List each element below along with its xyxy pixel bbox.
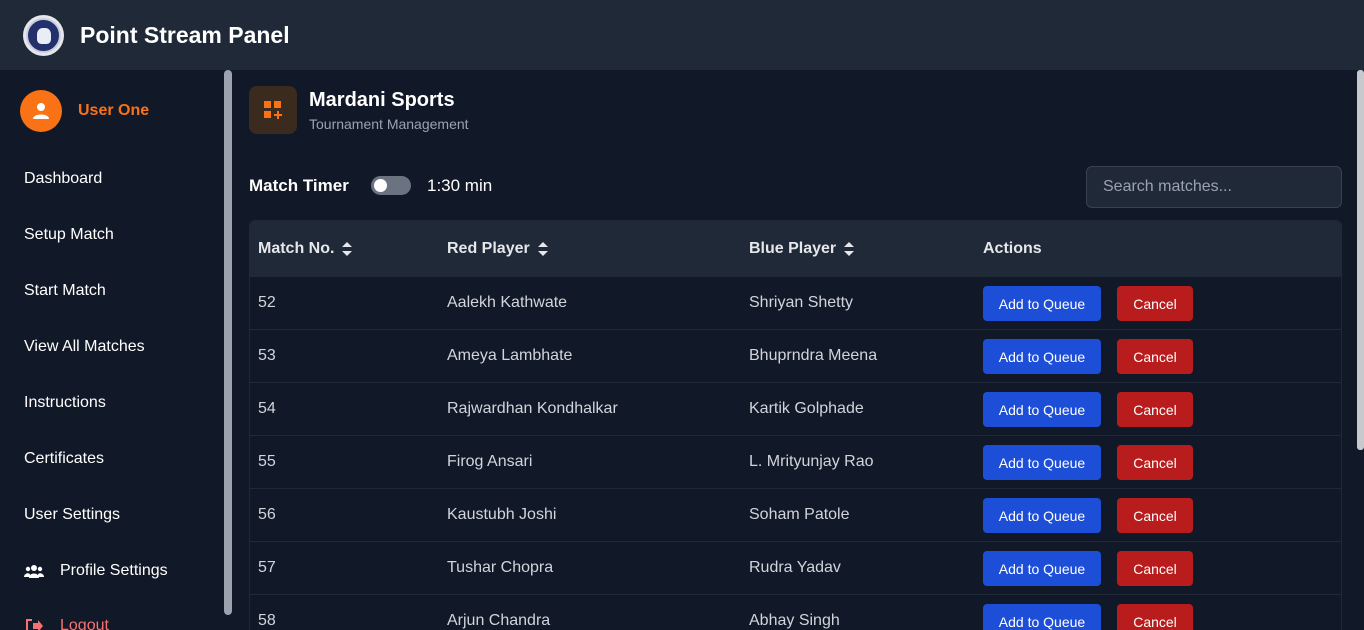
sidebar-item-setup-match[interactable]: Setup Match [24, 226, 114, 244]
blue-player-cell: Abhay Singh [749, 612, 840, 629]
sidebar-item-label: Logout [60, 617, 109, 630]
app-title: Point Stream Panel [80, 21, 290, 48]
cancel-button[interactable]: Cancel [1117, 498, 1193, 533]
cancel-button[interactable]: Cancel [1117, 604, 1193, 630]
match-no-cell: 56 [258, 506, 276, 523]
users-icon [24, 564, 46, 578]
red-player-cell: Kaustubh Joshi [447, 506, 557, 523]
match-no-cell: 53 [258, 347, 276, 364]
blue-player-cell: Kartik Golphade [749, 400, 864, 417]
add-to-queue-button[interactable]: Add to Queue [983, 604, 1101, 630]
column-header-label: Match No. [258, 240, 335, 257]
add-to-queue-button[interactable]: Add to Queue [983, 445, 1101, 480]
red-player-cell: Rajwardhan Kondhalkar [447, 400, 618, 417]
blue-player-cell: Bhuprndra Meena [749, 347, 878, 364]
cancel-button[interactable]: Cancel [1117, 445, 1193, 480]
column-header-blue-player[interactable]: Blue Player [749, 240, 855, 258]
table-row: 57 Tushar Chopra Rudra Yadav Add to Queu… [250, 542, 1341, 595]
blue-player-cell: Shriyan Shetty [749, 294, 854, 311]
sidebar-item-dashboard[interactable]: Dashboard [24, 170, 102, 188]
sidebar-item-view-all-matches[interactable]: View All Matches [24, 338, 145, 356]
user-name: User One [78, 102, 150, 119]
grid-plus-icon [249, 86, 297, 134]
add-to-queue-button[interactable]: Add to Queue [983, 498, 1101, 533]
table-row: 55 Firog Ansari L. Mrityunjay Rao Add to… [250, 436, 1341, 489]
red-player-cell: Firog Ansari [447, 453, 533, 470]
red-player-cell: Ameya Lambhate [447, 347, 573, 364]
sort-icon [537, 242, 548, 256]
sidebar-item-label: Profile Settings [60, 562, 168, 579]
red-player-cell: Aalekh Kathwate [447, 294, 568, 311]
cancel-button[interactable]: Cancel [1117, 392, 1193, 427]
match-no-cell: 54 [258, 400, 276, 417]
blue-player-cell: L. Mrityunjay Rao [749, 453, 874, 470]
column-header-actions: Actions [983, 240, 1042, 258]
blue-player-cell: Soham Patole [749, 506, 850, 523]
sort-icon [342, 242, 353, 256]
sidebar-item-start-match[interactable]: Start Match [24, 282, 106, 300]
avatar [20, 90, 62, 132]
cancel-button[interactable]: Cancel [1117, 551, 1193, 586]
sidebar-item-label: Start Match [24, 282, 106, 299]
toggle-knob [374, 179, 387, 192]
column-header-match-no[interactable]: Match No. [258, 240, 353, 258]
sidebar: User One Dashboard Setup Match Start Mat… [0, 70, 233, 630]
top-bar: Point Stream Panel [0, 0, 1364, 70]
table-row: 54 Rajwardhan Kondhalkar Kartik Golphade… [250, 383, 1341, 436]
table-row: 58 Arjun Chandra Abhay Singh Add to Queu… [250, 595, 1341, 630]
match-no-cell: 58 [258, 612, 276, 629]
match-timer-value: 1:30 min [427, 176, 493, 195]
search-input[interactable] [1086, 166, 1342, 208]
add-to-queue-button[interactable]: Add to Queue [983, 286, 1101, 321]
sidebar-item-label: Dashboard [24, 170, 103, 187]
add-to-queue-button[interactable]: Add to Queue [983, 339, 1101, 374]
add-to-queue-button[interactable]: Add to Queue [983, 392, 1101, 427]
sidebar-item-logout[interactable]: Logout [24, 617, 109, 630]
match-timer-label: Match Timer [249, 176, 349, 195]
main-content: Mardani Sports Tournament Management Mat… [233, 70, 1357, 630]
column-header-red-player[interactable]: Red Player [447, 240, 548, 258]
org-name: Mardani Sports [309, 89, 455, 111]
sidebar-scrollbar[interactable] [224, 70, 232, 615]
red-player-cell: Arjun Chandra [447, 612, 551, 629]
sidebar-item-label: View All Matches [24, 338, 145, 355]
column-header-label: Actions [983, 240, 1042, 257]
logout-icon [24, 618, 46, 630]
blue-player-cell: Rudra Yadav [749, 559, 841, 576]
table-header: Match No. Red Player Blue Player Actions [250, 221, 1341, 277]
column-header-label: Red Player [447, 240, 530, 257]
sidebar-item-label: Certificates [24, 450, 105, 467]
sidebar-item-label: Instructions [24, 394, 106, 411]
cancel-button[interactable]: Cancel [1117, 286, 1193, 321]
org-subtitle: Tournament Management [309, 116, 469, 132]
column-header-label: Blue Player [749, 240, 837, 257]
main-scrollbar[interactable] [1357, 70, 1364, 450]
sidebar-item-instructions[interactable]: Instructions [24, 394, 106, 412]
sidebar-item-user-settings[interactable]: User Settings [24, 506, 120, 524]
club-emblem-logo [23, 14, 64, 56]
sort-icon [844, 242, 855, 256]
sidebar-item-profile-settings[interactable]: Profile Settings [24, 562, 168, 580]
sidebar-item-label: Setup Match [24, 226, 114, 243]
match-no-cell: 55 [258, 453, 276, 470]
table-row: 56 Kaustubh Joshi Soham Patole Add to Qu… [250, 489, 1341, 542]
add-to-queue-button[interactable]: Add to Queue [983, 551, 1101, 586]
table-row: 52 Aalekh Kathwate Shriyan Shetty Add to… [250, 277, 1341, 330]
sidebar-item-certificates[interactable]: Certificates [24, 450, 104, 468]
match-no-cell: 52 [258, 294, 276, 311]
match-timer-toggle[interactable] [371, 176, 411, 195]
matches-table: Match No. Red Player Blue Player Actions… [249, 220, 1342, 630]
user-icon [33, 103, 49, 119]
match-no-cell: 57 [258, 559, 276, 576]
sidebar-item-label: User Settings [24, 506, 121, 523]
table-row: 53 Ameya Lambhate Bhuprndra Meena Add to… [250, 330, 1341, 383]
user-profile[interactable]: User One [20, 90, 149, 132]
cancel-button[interactable]: Cancel [1117, 339, 1193, 374]
red-player-cell: Tushar Chopra [447, 559, 554, 576]
